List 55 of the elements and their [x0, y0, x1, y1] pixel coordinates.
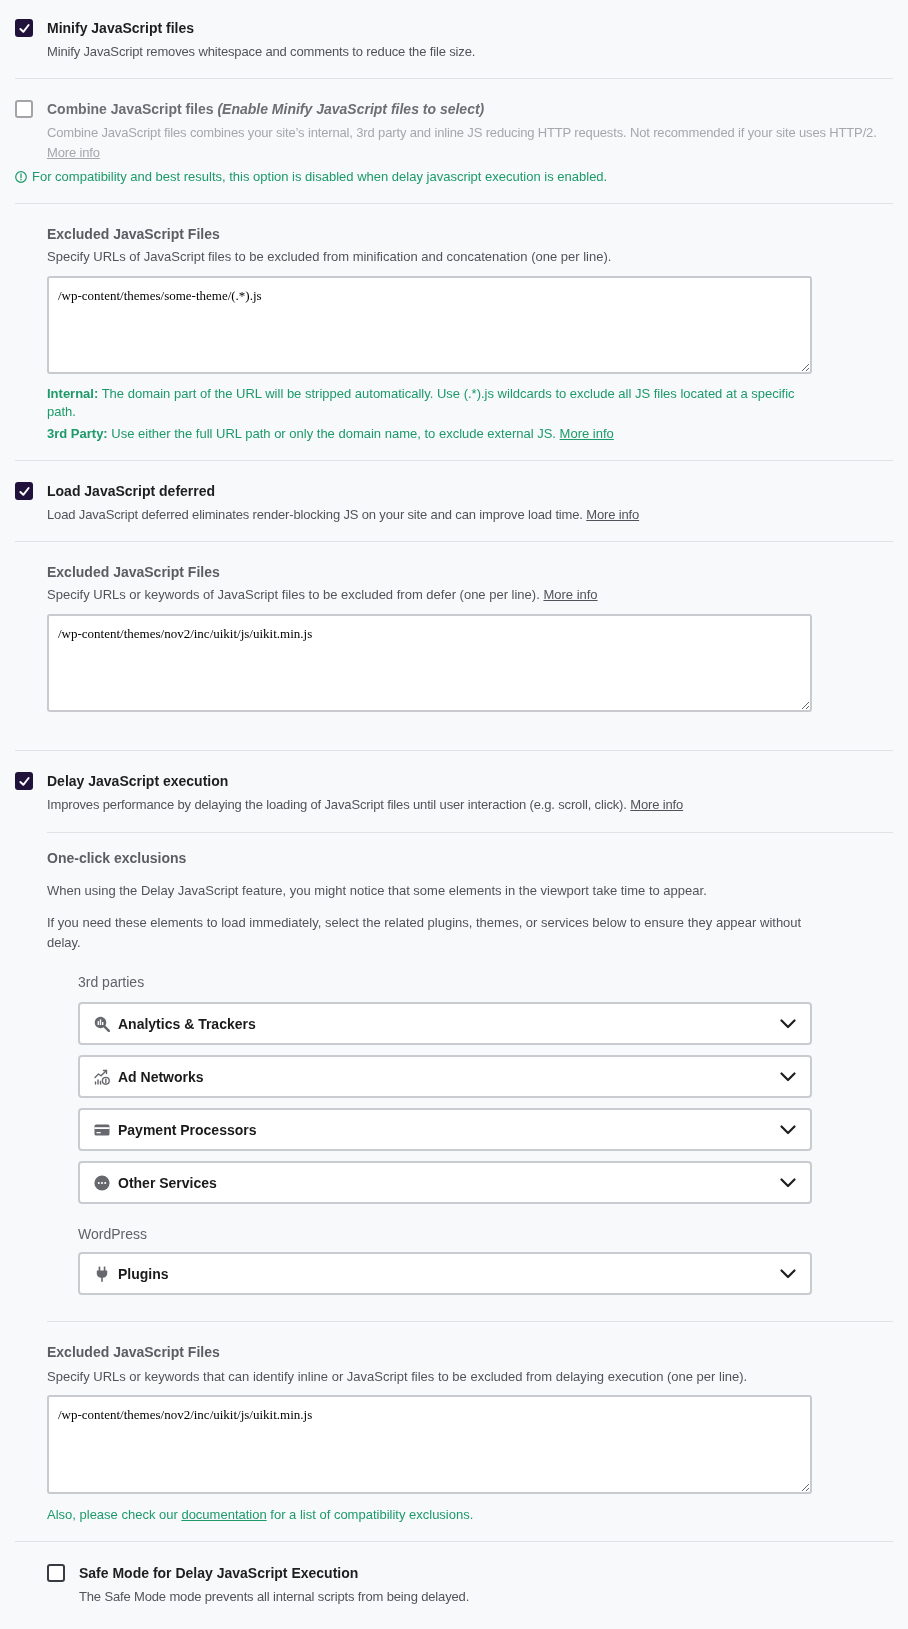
- option-description: Improves performance by delaying the loading of JavaScript files until user interaction (e.g. scroll, click). More info: [47, 796, 684, 814]
- option-description: Combine JavaScript files combines your site’s internal, 3rd party and inline JS reducing HTTP requests. Not recommended if your site uses HTTP/2. More info: [47, 124, 878, 162]
- chevron-down-icon: [780, 1124, 796, 1135]
- chevron-down-icon: [780, 1018, 796, 1029]
- accordion-header[interactable]: Plugins: [78, 1252, 812, 1295]
- help-text: 3rd Party: Use either the full URL path or only the domain name, to exclude external JS. More info: [47, 425, 615, 443]
- check-icon: [18, 775, 30, 787]
- accordion-header[interactable]: Analytics & Trackers: [78, 1002, 812, 1045]
- option-label: Safe Mode for Delay JavaScript Execution: [79, 1564, 360, 1583]
- chevron-down-icon: [780, 1268, 796, 1279]
- section-heading: Excluded JavaScript Files: [47, 563, 221, 582]
- chevron-down-icon: [780, 1177, 796, 1188]
- checkbox[interactable]: [15, 772, 33, 790]
- field-description: Specify URLs or keywords that can identify inline or JavaScript files to be excluded from delaying execution (one per line).: [47, 1368, 749, 1386]
- exclusions-textarea[interactable]: /wp-content/themes/nov2/inc/uikit/js/uikit.min.js: [47, 614, 812, 712]
- group-title: 3rd parties: [78, 973, 146, 992]
- intro-text: When using the Delay JavaScript feature, you might notice that some elements in the viewport take time to appear.: [47, 882, 708, 900]
- exclusions-textarea[interactable]: /wp-content/themes/some-theme/(.*).js: [47, 276, 812, 374]
- accordion-header[interactable]: Ad Networks: [78, 1055, 812, 1098]
- option-description: Load JavaScript deferred eliminates render-blocking JS on your site and can improve load time. More info: [47, 506, 640, 524]
- more-info-link[interactable]: More info: [559, 426, 614, 441]
- check-icon: [18, 22, 30, 34]
- field-description: Specify URLs of JavaScript files to be excluded from minification and concatenation (one per line).: [47, 248, 613, 266]
- intro-text: If you need these elements to load immediately, select the related plugins, themes, or services below to ensure they appear without delay.: [47, 914, 803, 952]
- compatibility-notice: For compatibility and best results, this option is disabled when delay javascript execution is enabled.: [32, 168, 608, 186]
- exclusions-textarea[interactable]: /wp-content/themes/nov2/inc/uikit/js/uikit.min.js: [47, 1395, 812, 1494]
- option-label: Load JavaScript deferred: [47, 482, 217, 501]
- plug-icon: [94, 1265, 110, 1282]
- checkbox[interactable]: [47, 1564, 65, 1582]
- checkbox[interactable]: [15, 19, 33, 37]
- more-info-link[interactable]: More info: [543, 587, 598, 602]
- option-label: Delay JavaScript execution: [47, 772, 230, 791]
- option-description: Minify JavaScript removes whitespace and comments to reduce the file size.: [47, 43, 476, 61]
- magnifier-chart-icon: [94, 1015, 110, 1032]
- checkbox[interactable]: [15, 482, 33, 500]
- help-text: Internal: The domain part of the URL will be stripped automatically. Use (.*).js wildcards to exclude all JS files located at a specific path.: [47, 385, 796, 421]
- option-description: The Safe Mode mode prevents all internal scripts from being delayed.: [79, 1588, 470, 1606]
- accordion-header[interactable]: Other Services: [78, 1161, 812, 1204]
- check-icon: [18, 485, 30, 497]
- ellipsis-circle-icon: [94, 1174, 110, 1191]
- section-heading: Excluded JavaScript Files: [47, 225, 221, 244]
- help-text: Also, please check our documentation for a list of compatibility exclusions.: [47, 1506, 475, 1524]
- documentation-link[interactable]: documentation: [181, 1507, 267, 1522]
- exclamation-circle-icon: [15, 171, 27, 183]
- section-heading: Excluded JavaScript Files: [47, 1343, 221, 1362]
- section-heading: One-click exclusions: [47, 849, 188, 868]
- more-info-link[interactable]: More info: [586, 507, 640, 522]
- field-description: Specify URLs or keywords of JavaScript files to be excluded from defer (one per line). More info: [47, 586, 599, 604]
- option-label: Minify JavaScript files: [47, 19, 196, 38]
- accordion-header[interactable]: Payment Processors: [78, 1108, 812, 1151]
- more-info-link[interactable]: More info: [630, 797, 684, 812]
- option-label: Combine JavaScript files (Enable Minify JavaScript files to select): [47, 100, 486, 119]
- chart-coin-icon: [94, 1068, 110, 1085]
- group-title: WordPress: [78, 1225, 148, 1244]
- chevron-down-icon: [780, 1071, 796, 1082]
